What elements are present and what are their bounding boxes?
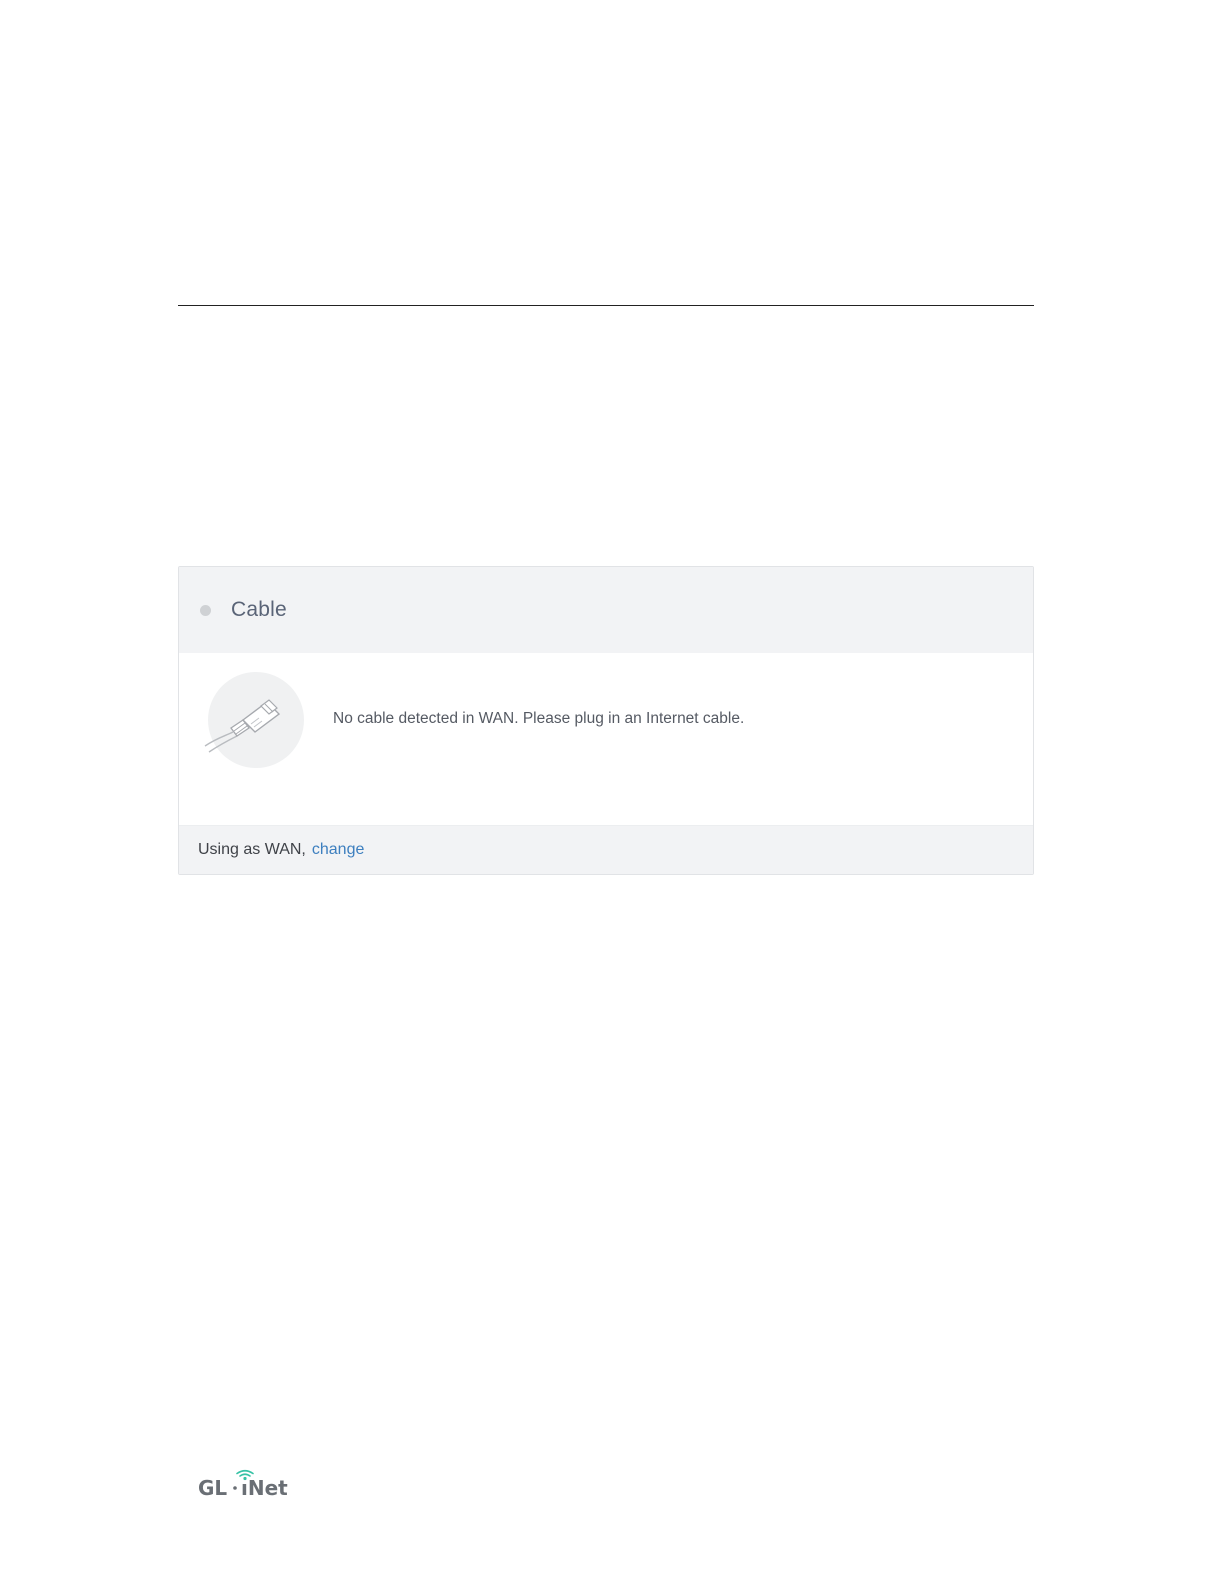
change-link[interactable]: change	[312, 841, 365, 859]
gl-inet-logo: GL ıNet	[198, 1466, 308, 1500]
card-footer: Using as WAN, change	[179, 825, 1033, 874]
card-header: Cable	[179, 567, 1033, 653]
horizontal-divider	[178, 305, 1034, 306]
svg-text:ıNet: ıNet	[241, 1476, 288, 1500]
cable-status-card: Cable No cable detected in WAN. Please p…	[178, 566, 1034, 875]
svg-text:GL: GL	[198, 1476, 227, 1500]
wan-mode-label: Using as WAN,	[198, 841, 306, 858]
card-body: No cable detected in WAN. Please plug in…	[179, 653, 1033, 825]
card-title: Cable	[231, 598, 287, 621]
ethernet-cable-icon	[203, 670, 307, 770]
no-cable-message: No cable detected in WAN. Please plug in…	[333, 710, 745, 727]
status-dot-icon	[200, 604, 211, 616]
